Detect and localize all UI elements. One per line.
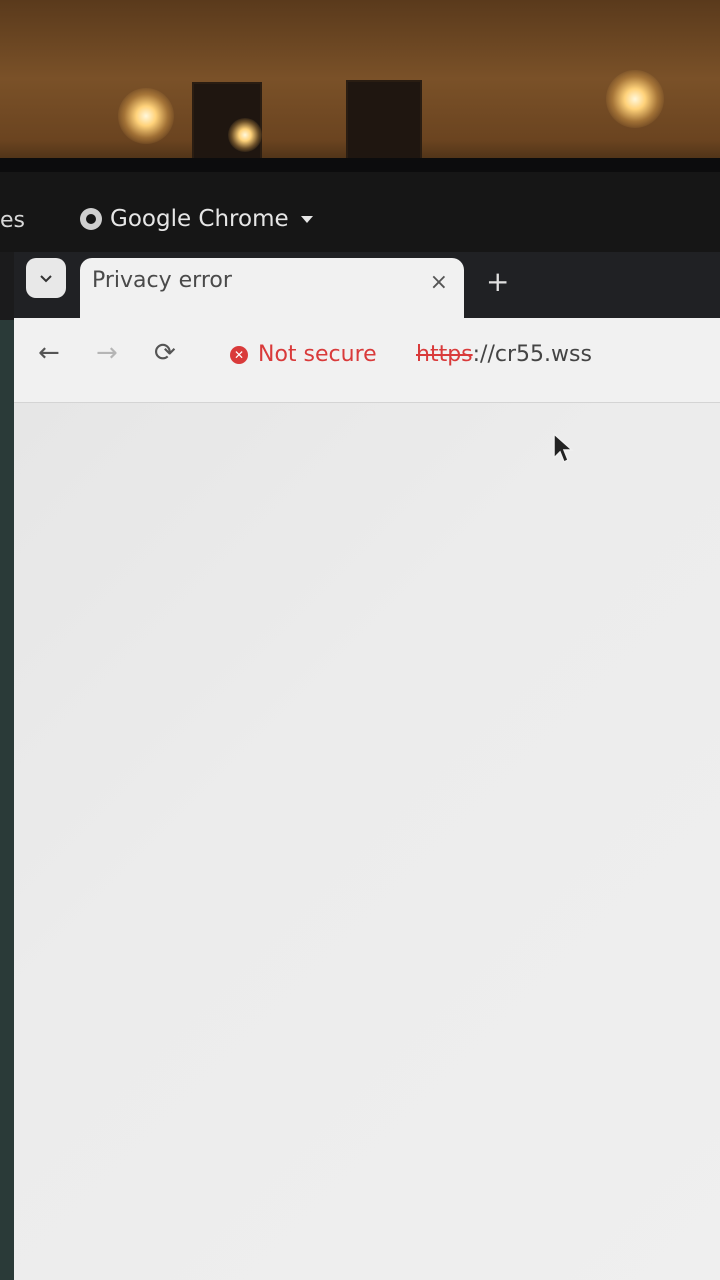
security-indicator[interactable]: ✕ Not secure: [230, 342, 377, 367]
tab-title: Privacy error: [92, 268, 232, 293]
mouse-cursor-icon: [553, 432, 574, 464]
desktop-partial-label[interactable]: es: [0, 208, 25, 233]
chevron-down-icon: [300, 215, 313, 223]
forward-arrow-icon[interactable]: →: [96, 340, 118, 366]
room-window-right: [346, 80, 422, 166]
url-host: ://cr55.wss: [472, 342, 592, 367]
chrome-icon: [80, 208, 102, 230]
address-bar-url[interactable]: https://cr55.wss: [416, 342, 592, 367]
page-content: [14, 403, 720, 1280]
new-tab-button[interactable]: +: [486, 268, 509, 296]
ceiling-light-mid: [228, 118, 262, 152]
app-menu-google-chrome[interactable]: Google Chrome: [80, 206, 313, 232]
browser-window: Privacy error × + ← → ⟳ ✕ Not secure htt…: [14, 252, 720, 1280]
url-scheme: https: [416, 342, 473, 367]
chevron-down-icon: [40, 275, 52, 283]
not-secure-label: Not secure: [258, 342, 377, 367]
photo-scene: es Google Chrome Privacy error × + ← → ⟳…: [0, 0, 720, 1280]
not-secure-icon: ✕: [230, 345, 248, 364]
tab-search-button[interactable]: [26, 258, 66, 298]
tab-privacy-error[interactable]: Privacy error ×: [80, 258, 464, 318]
back-arrow-icon[interactable]: ←: [38, 340, 60, 366]
desktop-left-edge: [0, 320, 14, 1280]
ceiling-light-right: [606, 70, 664, 128]
app-menu-label: Google Chrome: [110, 206, 289, 232]
room-background: [0, 0, 720, 175]
close-icon[interactable]: ×: [430, 270, 448, 295]
reload-icon[interactable]: ⟳: [154, 340, 176, 366]
browser-toolbar: ← → ⟳ ✕ Not secure https://cr55.wss: [14, 318, 720, 403]
ceiling-light-left: [118, 88, 174, 144]
